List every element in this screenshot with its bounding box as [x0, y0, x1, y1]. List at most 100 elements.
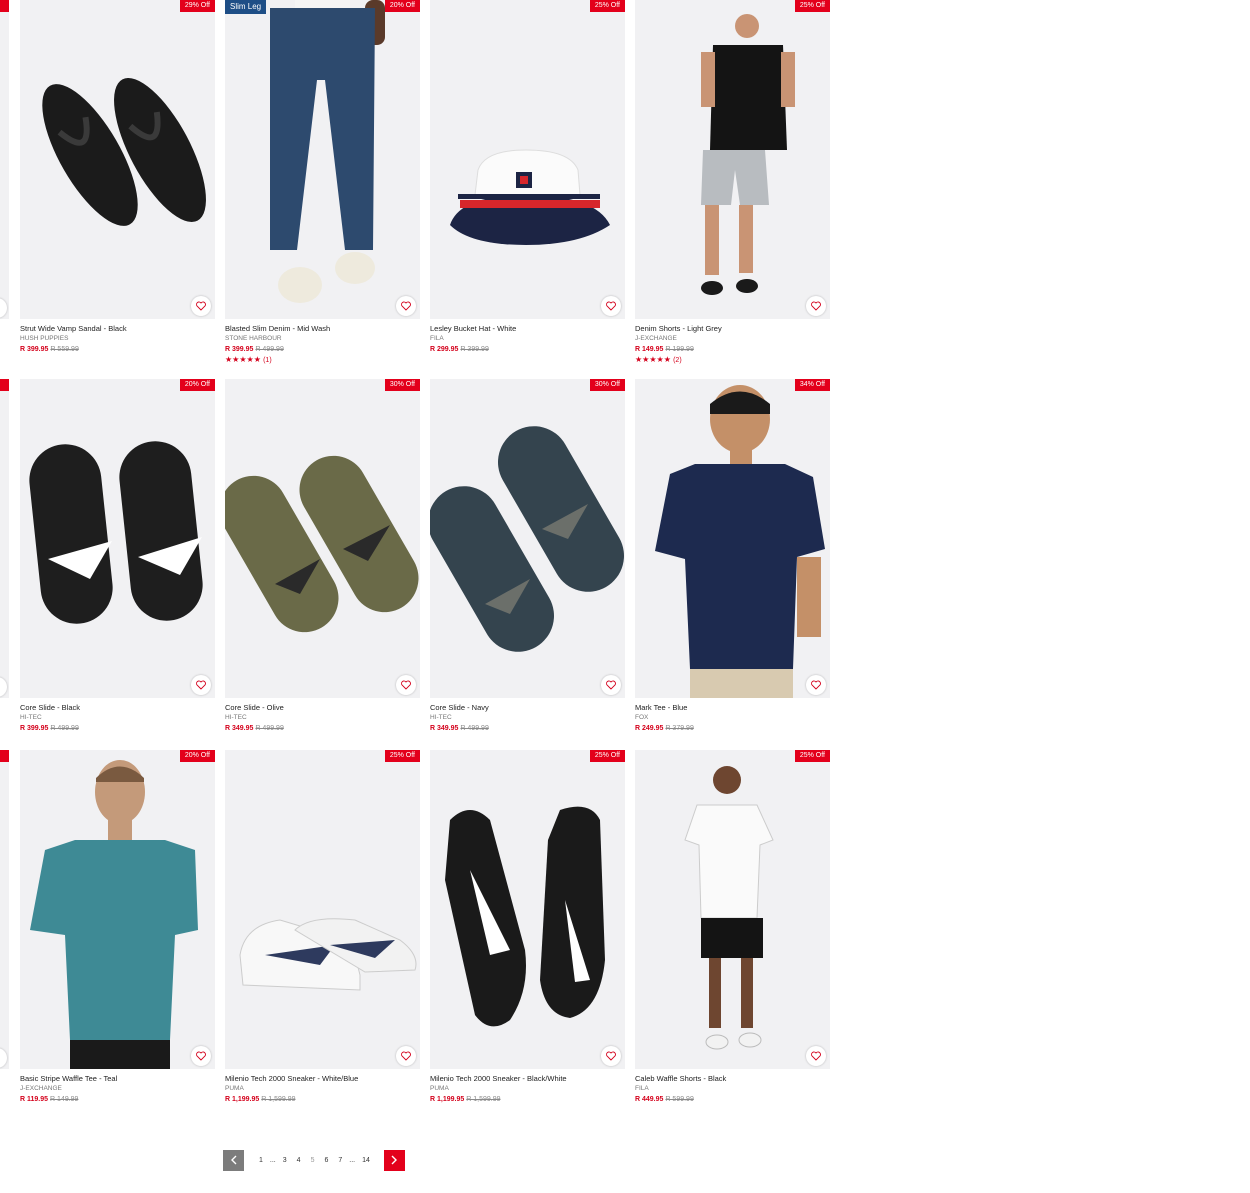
product-image[interactable]: 30% Off: [430, 379, 625, 698]
wishlist-heart-icon[interactable]: [806, 1046, 826, 1066]
product-card[interactable]: 25% Off Denim Shorts - Light Grey J-EXCH…: [635, 0, 830, 364]
slide-olive-illustration: [225, 455, 419, 633]
product-card[interactable]: 29% Off Strut Wide Vamp Sandal - Black H…: [20, 0, 215, 355]
product-card[interactable]: 20% Off Core Slide - Black HI-TEC R 399.…: [20, 379, 215, 734]
product-name[interactable]: Core Slide - Navy: [430, 703, 625, 713]
discount-badge: 30% Off: [589, 379, 625, 391]
product-was-price: R 149.99: [50, 1096, 79, 1103]
product-name[interactable]: Milenio Tech 2000 Sneaker - White/Blue: [225, 1074, 420, 1084]
product-name[interactable]: Lesley Bucket Hat - White: [430, 324, 625, 334]
product-price: R 119.95: [20, 1096, 49, 1103]
bucket-hat-illustration: [450, 149, 610, 245]
product-image[interactable]: 30% Off: [225, 379, 420, 698]
product-was-price: R 499.99: [460, 725, 489, 732]
product-name[interactable]: Basic Stripe Waffle Tee - Teal: [20, 1074, 215, 1084]
product-brand: HI-TEC: [20, 714, 42, 721]
discount-badge: 25% Off: [589, 0, 625, 12]
model-tee-navy-illustration: [655, 385, 825, 698]
wishlist-heart-icon[interactable]: [191, 1046, 211, 1066]
wishlist-heart-icon[interactable]: [396, 1046, 416, 1066]
wishlist-heart-icon[interactable]: [396, 296, 416, 316]
wishlist-heart-icon[interactable]: [806, 296, 826, 316]
product-card[interactable]: 20% Off Basic Stripe Waffle Tee - Teal J…: [20, 750, 215, 1105]
product-price: R 399.95: [20, 725, 49, 732]
page-link[interactable]: 14: [357, 1157, 375, 1164]
wishlist-heart-icon[interactable]: [601, 675, 621, 695]
product-was-price: R 499.99: [255, 346, 284, 353]
product-card[interactable]: 30% Off Core Slide - Navy HI-TEC R 349.9…: [430, 379, 625, 734]
partial-product-image: [0, 0, 9, 319]
product-name[interactable]: Core Slide - Black: [20, 703, 215, 713]
product-card[interactable]: Slim Leg 20% Off Blasted Slim Denim - Mi…: [225, 0, 420, 364]
product-image[interactable]: 25% Off: [635, 750, 830, 1069]
product-name[interactable]: Core Slide - Olive: [225, 703, 420, 713]
product-was-price: R 399.99: [460, 346, 489, 353]
product-price: R 1,199.95: [225, 1096, 260, 1103]
wishlist-heart-icon[interactable]: [191, 296, 211, 316]
page-link[interactable]: 1: [254, 1157, 268, 1164]
chevron-right-icon: [391, 1155, 398, 1165]
product-price: R 1,199.95: [430, 1096, 465, 1103]
chevron-left-icon: [230, 1155, 236, 1165]
product-was-price: R 379.99: [665, 725, 694, 732]
product-brand: FILA: [430, 335, 444, 342]
discount-badge: 25% Off: [794, 750, 830, 762]
product-name[interactable]: Milenio Tech 2000 Sneaker - Black/White: [430, 1074, 625, 1084]
star-rating-icons: ★★★★★: [635, 355, 671, 364]
product-brand: STONE HARBOUR: [225, 335, 282, 342]
model-tee-teal-illustration: [30, 760, 198, 1069]
product-name[interactable]: Mark Tee - Blue: [635, 703, 830, 713]
product-image[interactable]: 25% Off: [225, 750, 420, 1069]
product-image[interactable]: 25% Off: [635, 0, 830, 319]
product-image[interactable]: 20% Off: [20, 750, 215, 1069]
product-card[interactable]: 25% Off Caleb Waffle Shorts - Black FILA…: [635, 750, 830, 1105]
slide-black-illustration: [29, 441, 203, 624]
product-card[interactable]: 34% Off Mark Tee - Blue FOX R 249.95 R 37…: [635, 379, 830, 734]
discount-badge: 20% Off: [179, 379, 215, 391]
product-name[interactable]: Strut Wide Vamp Sandal - Black: [20, 324, 215, 334]
star-rating-icons: ★★★★★: [225, 355, 261, 364]
partial-discount-badge: [0, 750, 9, 762]
product-brand: HI-TEC: [430, 714, 452, 721]
wishlist-heart-icon[interactable]: [191, 675, 211, 695]
page-link[interactable]: 4: [292, 1157, 306, 1164]
wishlist-heart-icon[interactable]: [396, 675, 416, 695]
product-card[interactable]: 25% Off Lesley Bucket Hat - White FILA R…: [430, 0, 625, 355]
product-price: R 299.95: [430, 346, 459, 353]
wishlist-heart-icon[interactable]: [601, 1046, 621, 1066]
product-name[interactable]: Blasted Slim Denim - Mid Wash: [225, 324, 420, 334]
product-image[interactable]: 29% Off: [20, 0, 215, 319]
discount-badge: 34% Off: [794, 379, 830, 391]
product-image[interactable]: 25% Off: [430, 750, 625, 1069]
sandal-illustration: [42, 77, 206, 226]
product-card[interactable]: 30% Off Core Slide - Olive HI-TEC R 349.…: [225, 379, 420, 734]
product-card[interactable]: 25% Off Milenio Tech 2000 Sneaker - Blac…: [430, 750, 625, 1105]
next-page-button[interactable]: [383, 1149, 405, 1171]
wishlist-heart-icon[interactable]: [806, 675, 826, 695]
page-link[interactable]: 6: [319, 1157, 333, 1164]
product-price: R 349.95: [430, 725, 459, 732]
slide-navy-illustration: [430, 426, 624, 652]
product-name[interactable]: Caleb Waffle Shorts - Black: [635, 1074, 830, 1084]
product-image[interactable]: Slim Leg 20% Off: [225, 0, 420, 319]
product-image[interactable]: 20% Off: [20, 379, 215, 698]
product-rating[interactable]: ★★★★★ (1): [225, 355, 420, 364]
product-image[interactable]: 34% Off: [635, 379, 830, 698]
product-rating[interactable]: ★★★★★ (2): [635, 355, 830, 364]
review-count: (1): [263, 357, 272, 364]
page-link[interactable]: 3: [278, 1157, 292, 1164]
product-brand: HUSH PUPPIES: [20, 335, 69, 342]
product-image[interactable]: 25% Off: [430, 0, 625, 319]
partial-product-column: [0, 0, 9, 1193]
product-brand: PUMA: [430, 1085, 449, 1092]
discount-badge: 20% Off: [179, 750, 215, 762]
discount-badge: 25% Off: [589, 750, 625, 762]
previous-page-button[interactable]: [223, 1149, 244, 1171]
page-link[interactable]: 7: [333, 1157, 347, 1164]
product-name[interactable]: Denim Shorts - Light Grey: [635, 324, 830, 334]
partial-product-image: [0, 750, 9, 1069]
product-brand: J-EXCHANGE: [635, 335, 677, 342]
wishlist-heart-icon[interactable]: [601, 296, 621, 316]
discount-badge: 30% Off: [384, 379, 420, 391]
product-card[interactable]: 25% Off Milenio Tech 2000 Sneaker - Whit…: [225, 750, 420, 1105]
